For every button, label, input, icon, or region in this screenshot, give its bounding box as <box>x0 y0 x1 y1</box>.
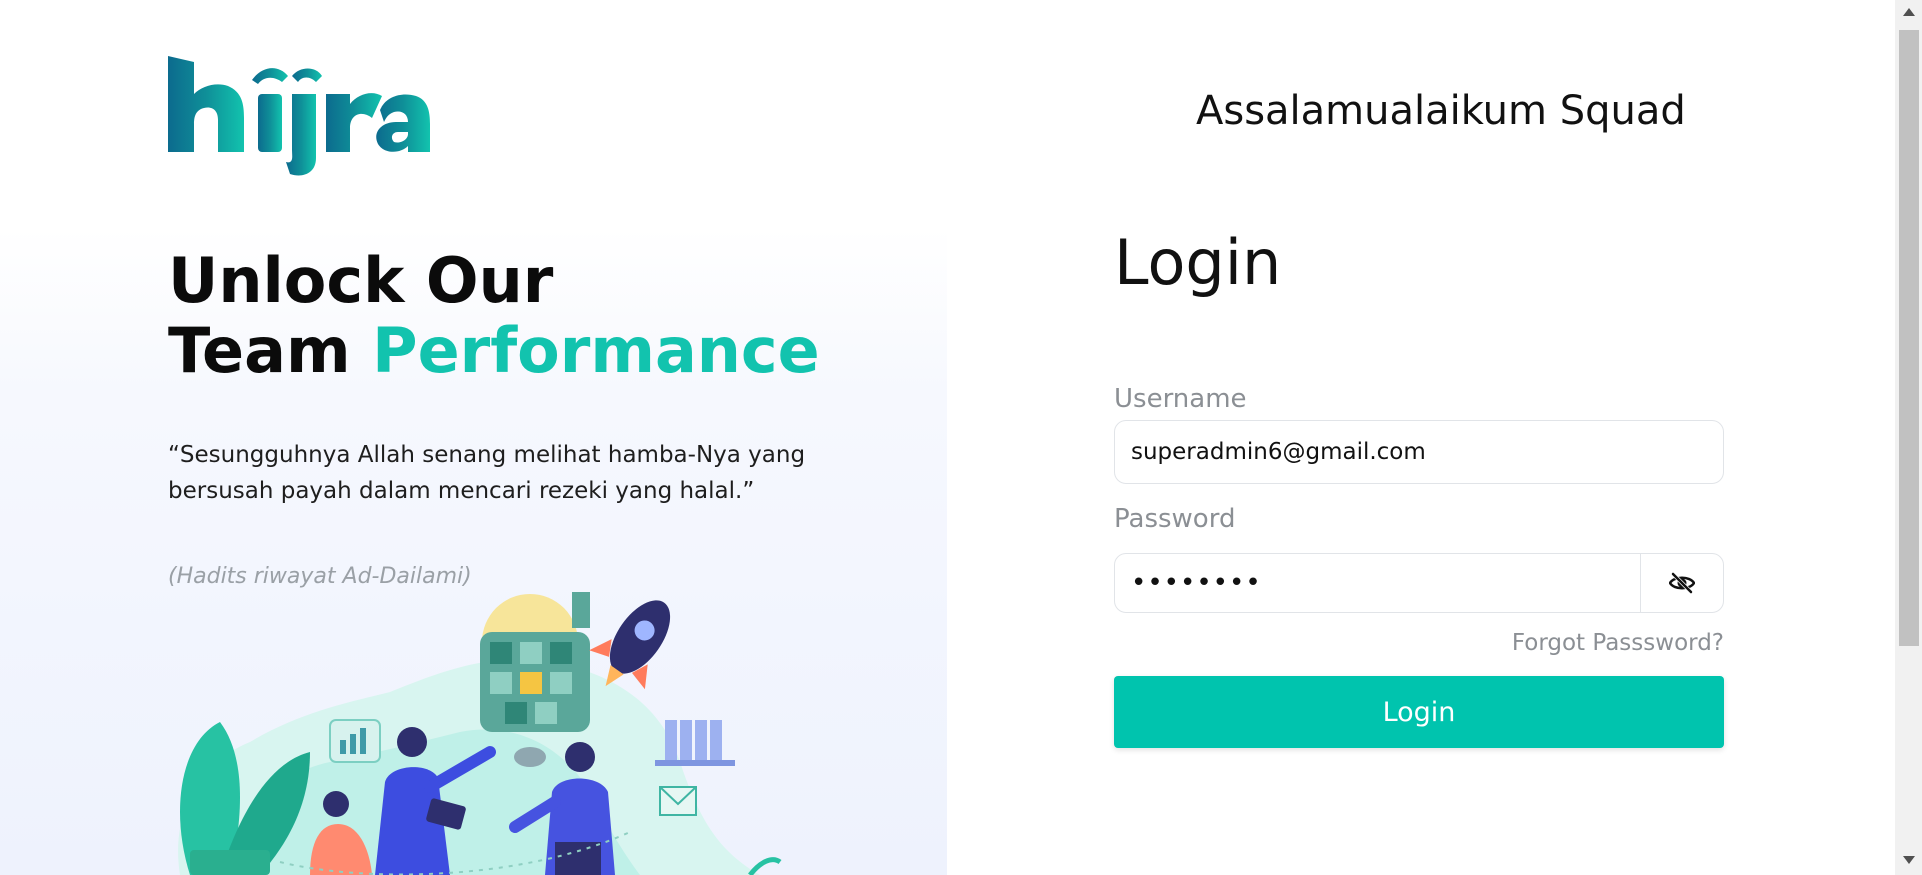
hero-panel: Unlock Our Team Performance “Sesungguhny… <box>0 0 947 875</box>
hadith-quote: “Sesungguhnya Allah senang melihat hamba… <box>168 437 808 509</box>
hero-headline: Unlock Our Team Performance <box>168 246 820 386</box>
toggle-password-visibility-button[interactable] <box>1640 554 1723 612</box>
headline-line-1: Unlock Our <box>168 244 554 317</box>
quote-line-1: “Sesungguhnya Allah senang melihat hamba… <box>168 442 806 468</box>
team-puzzle-illustration <box>178 592 782 875</box>
username-label: Username <box>1114 384 1247 414</box>
password-input[interactable] <box>1131 554 1531 612</box>
username-input[interactable] <box>1131 421 1691 483</box>
hijra-logo <box>168 56 430 176</box>
login-title: Login <box>1114 226 1282 299</box>
login-page: Unlock Our Team Performance “Sesungguhny… <box>0 0 1922 875</box>
password-label: Password <box>1114 504 1236 534</box>
login-button[interactable]: Login <box>1114 676 1724 748</box>
scroll-up-arrow-icon[interactable] <box>1903 8 1915 16</box>
headline-team: Team <box>168 314 373 387</box>
vertical-scrollbar[interactable] <box>1895 0 1922 875</box>
password-field-box <box>1114 553 1724 613</box>
username-field-box <box>1114 420 1724 484</box>
forgot-password-link[interactable]: Forgot Passsword? <box>1512 630 1724 656</box>
quote-source: (Hadits riwayat Ad-Dailami) <box>168 564 472 589</box>
scroll-down-arrow-icon[interactable] <box>1903 856 1915 864</box>
quote-line-2: bersusah payah dalam mencari rezeki yang… <box>168 478 755 504</box>
greeting-text: Assalamualaikum Squad <box>1196 88 1686 134</box>
scroll-thumb[interactable] <box>1899 30 1919 646</box>
eye-off-icon <box>1669 572 1695 594</box>
headline-accent: Performance <box>372 314 820 387</box>
